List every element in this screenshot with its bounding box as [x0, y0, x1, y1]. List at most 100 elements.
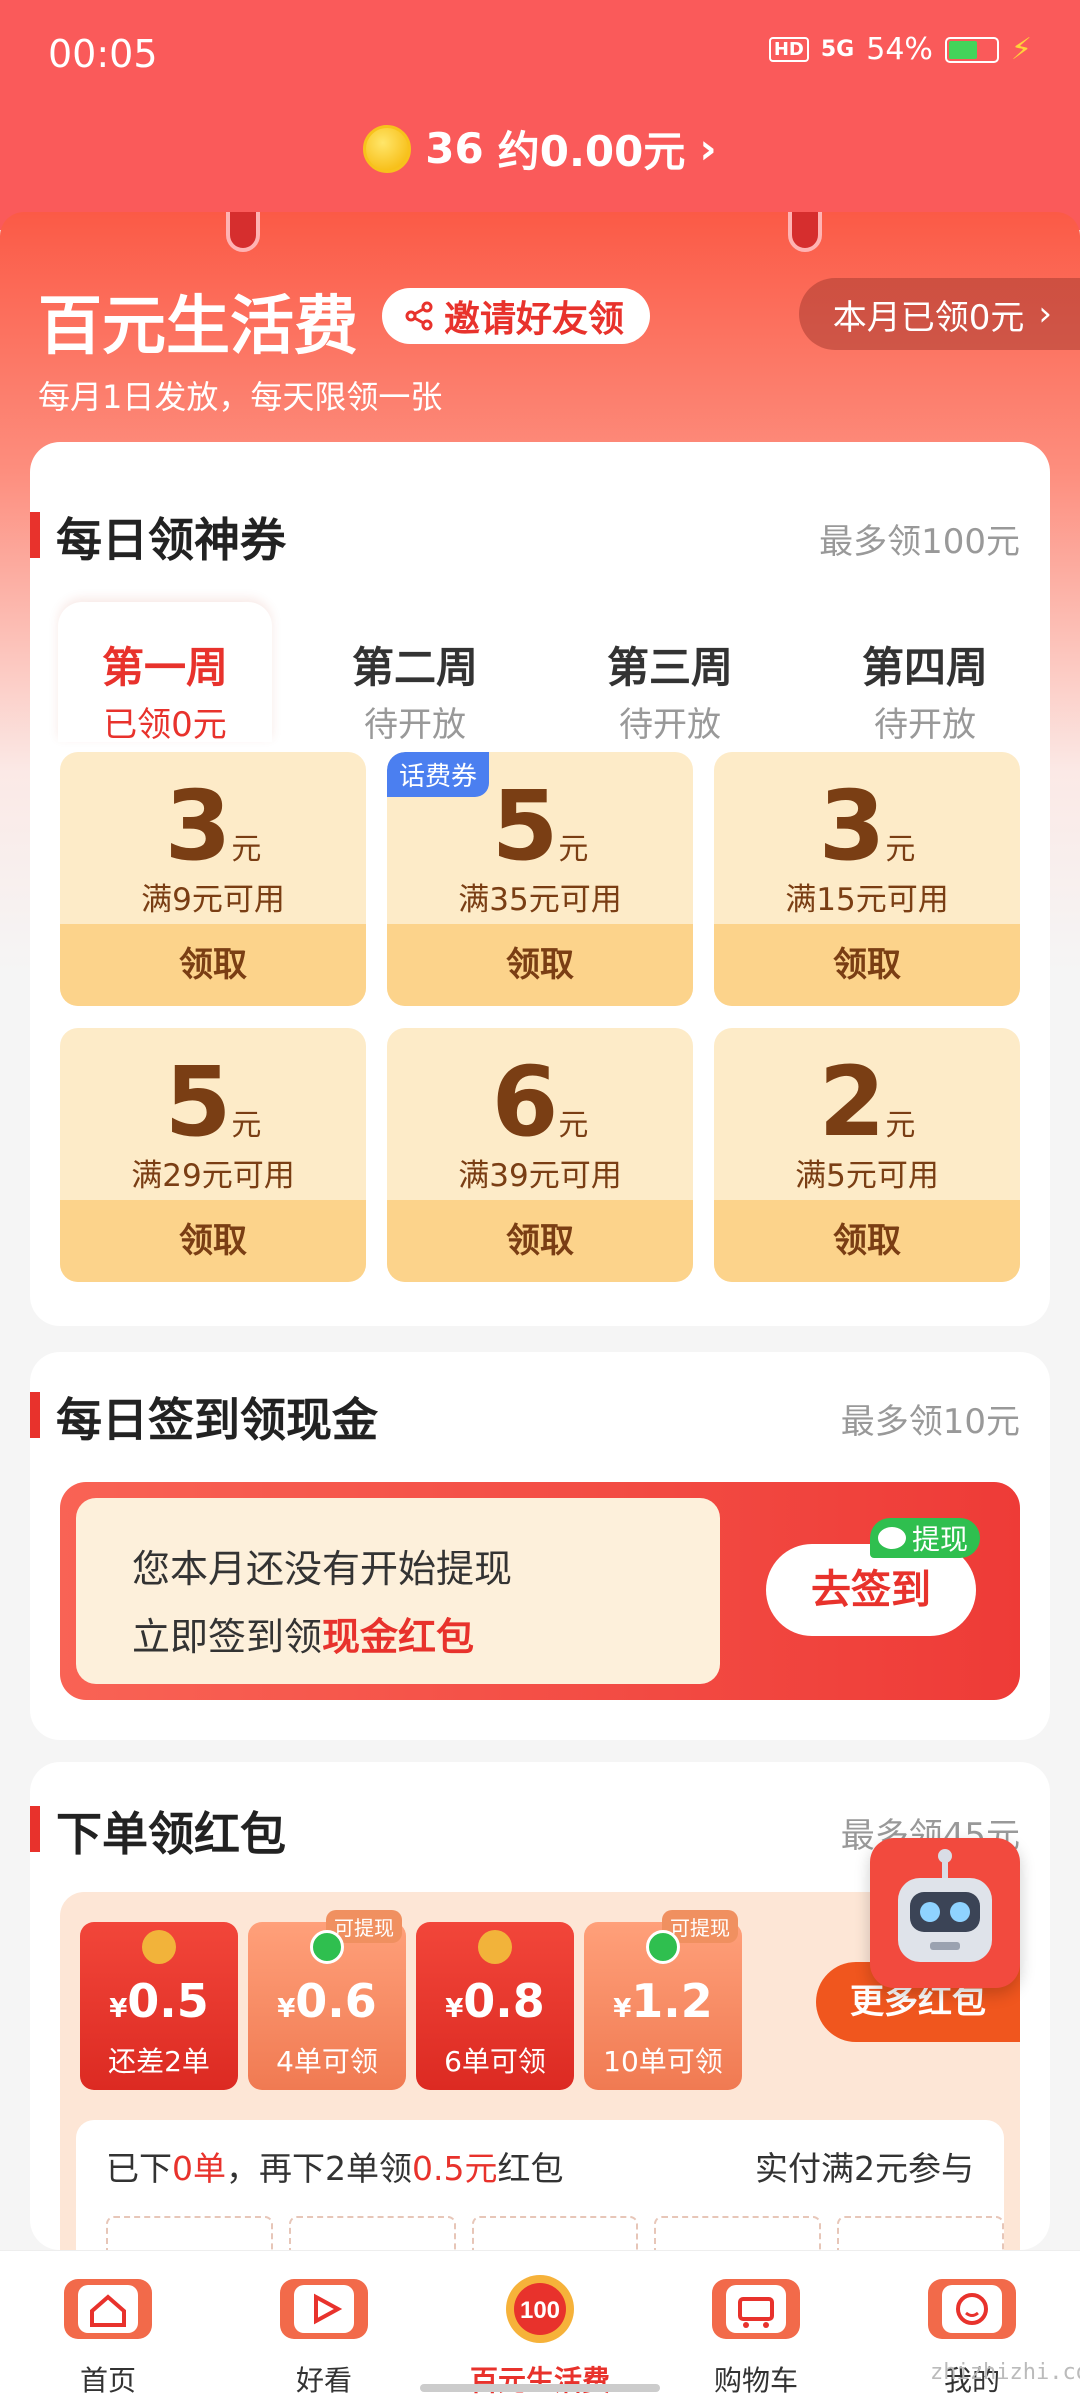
robot-assistant-button[interactable]: [870, 1838, 1020, 1988]
charging-icon: ⚡: [1010, 32, 1032, 67]
nav-label: 购物车: [713, 2364, 798, 2397]
coupon-condition: 满15元可用: [785, 882, 949, 918]
profile-icon: [928, 2279, 1016, 2339]
checkin-promo-text: 立即签到领现金红包: [132, 1615, 475, 1659]
coin-icon: [478, 1930, 512, 1964]
packet-amount: ¥0.8: [445, 1974, 545, 2028]
section-header: 每日领神券 最多领100元: [30, 504, 1050, 567]
packet-note: 10单可领: [603, 2045, 723, 2078]
monthly-claimed-button[interactable]: 本月已领0元 ›: [798, 278, 1080, 350]
coupon-card: 话费券 5元 满35元可用 领取: [387, 752, 693, 1006]
order-requirement: 实付满2元参与: [755, 2149, 974, 2188]
tab-week-4[interactable]: 第四周 待开放: [818, 602, 1032, 745]
coupon-condition: 满9元可用: [141, 882, 285, 918]
week-status: 待开放: [364, 705, 466, 745]
page-subtitle: 每月1日发放，每天限领一张: [38, 378, 443, 416]
pin-decoration-icon: [788, 212, 822, 252]
section-accent-bar: [30, 1392, 40, 1438]
packet-note: 还差2单: [108, 2045, 210, 2078]
battery-percent: 54%: [866, 32, 933, 67]
daily-coupons-card: 每日领神券 最多领100元 第一周 已领0元 第二周 待开放 第三周 待开放 第…: [30, 442, 1050, 1326]
invite-label: 邀请好友领: [444, 299, 625, 340]
coin-balance[interactable]: 36 约0.00元 ›: [0, 118, 1080, 179]
wechat-icon: [310, 1930, 344, 1964]
order-progress-box: 已下0单，再下2单领0.5元红包 实付满2元参与: [76, 2120, 1004, 2276]
coupon-amount: 6元: [491, 1046, 589, 1158]
monthly-claimed-label: 本月已领0元: [832, 297, 1025, 338]
week-status: 待开放: [874, 705, 976, 745]
play-icon: [280, 2279, 368, 2339]
red-packet[interactable]: 可提现 ¥1.2 10单可领: [584, 1910, 742, 2090]
claim-coupon-button[interactable]: 领取: [387, 924, 693, 1006]
wechat-icon: [878, 1527, 906, 1549]
nav-item-living-allowance[interactable]: 100 百元生活费: [432, 2251, 648, 2400]
coin-icon: [142, 1930, 176, 1964]
coupon-condition: 满29元可用: [131, 1158, 295, 1194]
watermark: zhizhizhi.com: [930, 2360, 1080, 2385]
week-name: 第四周: [861, 643, 988, 692]
packet-amount: ¥1.2: [613, 1974, 713, 2028]
page-title: 百元生活费: [38, 290, 358, 364]
tab-week-3[interactable]: 第三周 待开放: [563, 602, 777, 745]
nav-item-cart[interactable]: 购物车: [648, 2251, 864, 2400]
claim-coupon-button[interactable]: 领取: [714, 1200, 1020, 1282]
claim-coupon-button[interactable]: 领取: [387, 1200, 693, 1282]
packet-amount: ¥0.5: [109, 1974, 209, 2028]
coupon-condition: 满35元可用: [458, 882, 622, 918]
wechat-icon: [646, 1930, 680, 1964]
nav-item-haokan[interactable]: 好看: [216, 2251, 432, 2400]
red-packet[interactable]: ¥0.5 还差2单: [80, 1922, 238, 2090]
section-note: 最多领10元: [840, 1402, 1020, 1442]
claim-coupon-button[interactable]: 领取: [60, 1200, 366, 1282]
checkin-banner: 您本月还没有开始提现 立即签到领现金红包 去签到 提现: [60, 1482, 1020, 1700]
section-title: 每日领神券: [56, 513, 286, 567]
week-name: 第三周: [606, 643, 733, 692]
tab-week-1[interactable]: 第一周 已领0元: [58, 602, 272, 745]
claim-coupon-button[interactable]: 领取: [60, 924, 366, 1006]
coin-value: 约0.00元: [497, 127, 686, 176]
chevron-right-icon: ›: [699, 124, 717, 173]
coupon-amount: 3元: [818, 770, 916, 882]
week-tabs: 第一周 已领0元 第二周 待开放 第三周 待开放 第四周 待开放: [58, 602, 1022, 745]
status-bar: 00:05 HD 5G 54% ⚡: [0, 0, 1080, 105]
coupon-condition: 满5元可用: [795, 1158, 939, 1194]
nav-label: 好看: [295, 2364, 352, 2397]
daily-checkin-card: 每日签到领现金 最多领10元 您本月还没有开始提现 立即签到领现金红包 去签到 …: [30, 1352, 1050, 1740]
section-title: 每日签到领现金: [56, 1393, 378, 1447]
coupon-card: 5元 满29元可用 领取: [60, 1028, 366, 1282]
share-icon: [405, 301, 433, 331]
section-accent-bar: [30, 512, 40, 558]
coupon-amount: 3元: [164, 770, 262, 882]
bottom-nav: 首页 好看 100 百元生活费 购物车 我的: [0, 2250, 1080, 2400]
chevron-right-icon: ›: [1038, 294, 1052, 334]
week-name: 第一周: [101, 643, 228, 692]
home-indicator: [420, 2384, 660, 2392]
checkin-status-text: 您本月还没有开始提现: [132, 1547, 513, 1591]
robot-icon: [898, 1849, 992, 1962]
section-title: 下单领红包: [56, 1807, 286, 1861]
claim-coupon-button[interactable]: 领取: [714, 924, 1020, 1006]
week-status: 待开放: [619, 705, 721, 745]
section-header: 每日签到领现金 最多领10元: [30, 1384, 1050, 1447]
invite-friends-button[interactable]: 邀请好友领: [382, 288, 651, 344]
badge-100-icon: 100: [506, 2275, 574, 2343]
battery-icon: [944, 36, 999, 63]
section-note: 最多领100元: [819, 522, 1020, 562]
red-packet[interactable]: 可提现 ¥0.6 4单可领: [248, 1910, 406, 2090]
coupon-amount: 2元: [818, 1046, 916, 1158]
coupon-card: 3元 满15元可用 领取: [714, 752, 1020, 1006]
packet-amount: ¥0.6: [277, 1974, 377, 2028]
packet-note: 4单可领: [276, 2045, 378, 2078]
tab-week-2[interactable]: 第二周 待开放: [308, 602, 522, 745]
coupon-card: 6元 满39元可用 领取: [387, 1028, 693, 1282]
svg-text:100: 100: [520, 2297, 560, 2324]
nav-item-home[interactable]: 首页: [0, 2251, 216, 2400]
coupon-condition: 满39元可用: [458, 1158, 622, 1194]
withdraw-tag-label: 提现: [912, 1523, 969, 1556]
checkin-message-box: 您本月还没有开始提现 立即签到领现金红包: [76, 1498, 720, 1684]
red-packet[interactable]: ¥0.8 6单可领: [416, 1922, 574, 2090]
status-indicators: HD 5G 54% ⚡: [768, 32, 1032, 67]
signal-5g-icon: 5G: [820, 37, 855, 62]
week-status: 已领0元: [103, 705, 227, 745]
nav-label: 百元生活费: [469, 2364, 610, 2397]
